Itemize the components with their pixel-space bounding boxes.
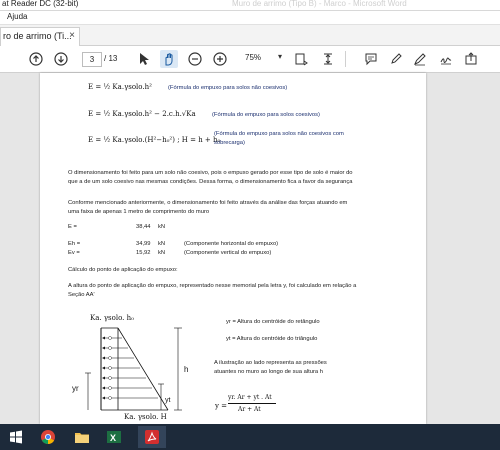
- scroll-mode-icon: [324, 53, 332, 65]
- result-label: E =: [68, 224, 77, 230]
- zoom-dropdown-icon[interactable]: ▾: [278, 52, 282, 61]
- result-unit: kN: [158, 224, 166, 230]
- zoom-out-button[interactable]: [186, 50, 204, 68]
- diagram-yr-label: yr: [72, 384, 79, 393]
- title-bar: at Reader DC (32-bit) Muro de arrimo (Ti…: [0, 0, 500, 11]
- formula-note-2: (Fórmula do empuxo para solos coesivos): [212, 112, 320, 118]
- draw-pen-icon: [414, 53, 426, 66]
- toolbar-separator: [345, 51, 346, 67]
- excel-icon: X: [107, 431, 121, 443]
- paragraph-line: A altura do ponto de aplicação do empuxo…: [68, 283, 357, 289]
- legend-yr: yr = Altura do centróide do retângulo: [226, 319, 320, 325]
- taskbar: X: [0, 424, 500, 450]
- result-value: 34,99: [136, 241, 151, 247]
- fraction-bar: [228, 403, 276, 404]
- select-tool-button[interactable]: [135, 50, 153, 68]
- paragraph-line: uma faixa de apenas 1 metro de comprimen…: [68, 209, 210, 215]
- taskbar-excel[interactable]: X: [100, 426, 128, 448]
- app-title: at Reader DC (32-bit): [2, 0, 79, 8]
- arrow-down-circle-icon: [54, 52, 68, 66]
- y-formula-denominator: Ar + At: [238, 406, 261, 413]
- formula-empuxo-sobrecarga: E = ½ Ka.γsolo.(H²−h₀²) ; H = h + h₀: [88, 136, 221, 144]
- legend-yt: yt = Altura do centróide do triângulo: [226, 336, 318, 342]
- illustration-text-1: A ilustração ao lado representa as press…: [214, 360, 327, 366]
- share-icon: [465, 52, 477, 65]
- result-note: (Componente vertical do empuxo): [184, 250, 272, 256]
- zoom-level[interactable]: 75%: [245, 53, 261, 62]
- result-unit: kN: [158, 250, 166, 256]
- toolbar: 3 / 13 75% ▾: [0, 46, 500, 73]
- background-window-title: Muro de arrimo (Tipo B) - Marco - Micros…: [232, 0, 407, 8]
- section-heading: Cálculo do ponto de aplicação do empuxo:: [68, 267, 178, 273]
- tab-bar: ro de arrimo (Ti... ×: [0, 25, 500, 46]
- pdf-page: E = ½ Ka.γsolo.h² (Fórmula do empuxo par…: [40, 73, 426, 424]
- document-viewer[interactable]: E = ½ Ka.γsolo.h² (Fórmula do empuxo par…: [0, 73, 500, 424]
- result-label: Eh =: [68, 241, 81, 247]
- acrobat-icon: [145, 430, 159, 444]
- document-tab[interactable]: ro de arrimo (Ti... ×: [0, 27, 80, 46]
- sign-button[interactable]: [437, 50, 455, 68]
- taskbar-acrobat[interactable]: [138, 426, 166, 448]
- zoom-in-button[interactable]: [211, 50, 229, 68]
- formula-note-3a: (Fórmula do empuxo para solos não coesiv…: [214, 131, 344, 137]
- result-label: Ev =: [68, 250, 80, 256]
- result-value: 15,92: [136, 250, 151, 256]
- minus-circle-icon: [188, 52, 202, 66]
- diagram-h-label: h: [184, 365, 188, 374]
- signature-icon: [440, 57, 452, 65]
- diagram-yt-label: yt: [165, 397, 171, 404]
- next-page-button[interactable]: [52, 50, 70, 68]
- comment-icon: [365, 53, 377, 66]
- formula-empuxo-nao-coesivo: E = ½ Ka.γsolo.h²: [88, 83, 152, 91]
- menu-help[interactable]: Ajuda: [7, 12, 27, 21]
- comment-button[interactable]: [362, 50, 380, 68]
- hand-tool-button[interactable]: [160, 50, 178, 68]
- page-view-icon: [295, 53, 308, 66]
- cursor-arrow-icon: [140, 53, 149, 65]
- arrow-up-circle-icon: [29, 52, 43, 66]
- send-button[interactable]: [462, 50, 480, 68]
- hand-icon: [165, 53, 173, 66]
- menu-bar: Ajuda: [0, 11, 500, 25]
- y-formula-lhs: y =: [215, 402, 228, 410]
- highlight-button[interactable]: [387, 50, 405, 68]
- pressure-diagram: Ka. γsolo. h₀ h yr yt Ka. γsolo. H: [72, 314, 188, 421]
- taskbar-chrome[interactable]: [34, 426, 62, 448]
- formula-note-1: (Fórmula do empuxo para solos não coesiv…: [168, 85, 288, 91]
- chrome-icon: [41, 430, 55, 445]
- result-unit: kN: [158, 241, 166, 247]
- diagram-bottom-label: Ka. γsolo. H: [124, 413, 167, 421]
- folder-icon: [75, 433, 89, 443]
- formula-empuxo-coesivo: E = ½ Ka.γsolo.h² − 2.c.h.√Ka: [88, 110, 196, 118]
- diagram-top-label: Ka. γsolo. h₀: [90, 314, 134, 322]
- y-formula-numerator: yr. Ar + yt . At: [228, 394, 272, 401]
- draw-button[interactable]: [411, 50, 429, 68]
- illustration-text-2: atuantes no muro ao longo de sua altura …: [214, 369, 323, 375]
- result-note: (Componente horizontal do empuxo): [184, 241, 279, 247]
- document-tab-label: ro de arrimo (Ti...: [3, 31, 72, 41]
- taskbar-file-explorer[interactable]: [68, 426, 96, 448]
- close-tab-icon[interactable]: ×: [69, 30, 75, 41]
- formula-note-3b: sobrecarga): [214, 140, 245, 146]
- pen-icon: [391, 53, 402, 64]
- result-value: 38,44: [136, 224, 151, 230]
- page-view-button[interactable]: [292, 50, 310, 68]
- paragraph-line: que a de um solo coesivo nas mesmas cond…: [68, 179, 353, 185]
- svg-text:X: X: [110, 433, 116, 443]
- previous-page-button[interactable]: [27, 50, 45, 68]
- plus-circle-icon: [213, 52, 227, 66]
- paragraph-line: Seção AA': [68, 292, 95, 298]
- scroll-mode-button[interactable]: [319, 50, 337, 68]
- windows-logo-icon: [10, 430, 22, 444]
- page-total: / 13: [104, 54, 118, 63]
- page-number-input[interactable]: 3: [82, 52, 102, 67]
- windows-start-button[interactable]: [2, 426, 30, 448]
